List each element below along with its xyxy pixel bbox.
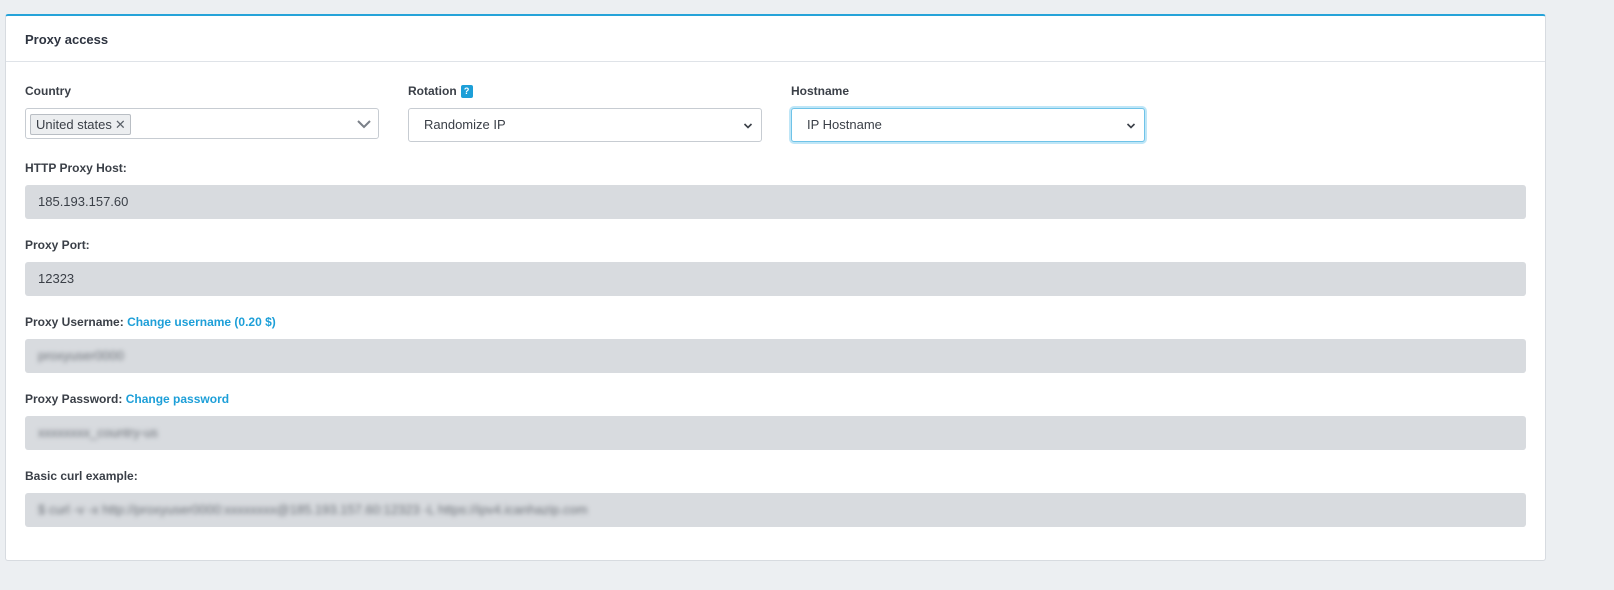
- http-proxy-host-value: 185.193.157.60: [38, 194, 129, 209]
- change-username-link[interactable]: Change username (0.20 $): [127, 315, 276, 329]
- hostname-label: Hostname: [791, 84, 849, 98]
- proxy-password-field[interactable]: xxxxxxxx_country-us: [25, 416, 1526, 450]
- panel-header: Proxy access: [6, 16, 1545, 62]
- rotation-select[interactable]: Randomize IP: [408, 108, 762, 142]
- proxy-username-field[interactable]: proxyuser0000: [25, 339, 1526, 373]
- country-select[interactable]: United states ✕: [25, 108, 379, 139]
- http-proxy-host-label: HTTP Proxy Host:: [25, 161, 127, 175]
- country-tag-label: United states: [36, 117, 112, 132]
- curl-example-label: Basic curl example:: [25, 469, 138, 483]
- close-icon[interactable]: ✕: [115, 115, 126, 134]
- proxy-username-label: Proxy Username: Change username (0.20 $): [25, 315, 276, 329]
- curl-example-field[interactable]: $ curl -v -x http://proxyuser0000:xxxxxx…: [25, 493, 1526, 527]
- country-label: Country: [25, 84, 71, 98]
- rotation-value: Randomize IP: [424, 117, 506, 132]
- country-tag: United states ✕: [30, 114, 131, 135]
- panel-title: Proxy access: [25, 32, 109, 47]
- panel-body: Country United states ✕ Rotation ? Rando…: [6, 62, 1545, 560]
- curl-example-label-text: Basic curl example:: [25, 469, 138, 483]
- hostname-value: IP Hostname: [807, 117, 882, 132]
- chevron-down-icon: [1126, 123, 1136, 129]
- chevron-down-icon[interactable]: [356, 116, 372, 132]
- country-label-text: Country: [25, 84, 71, 98]
- change-password-link[interactable]: Change password: [126, 392, 229, 406]
- proxy-port-label: Proxy Port:: [25, 238, 90, 252]
- rotation-label: Rotation ?: [408, 84, 473, 98]
- proxy-port-value: 12323: [38, 271, 75, 286]
- hostname-select[interactable]: IP Hostname: [791, 108, 1145, 142]
- hostname-label-text: Hostname: [791, 84, 850, 98]
- curl-example-value: $ curl -v -x http://proxyuser0000:xxxxxx…: [38, 502, 588, 517]
- proxy-password-label: Proxy Password: Change password: [25, 392, 229, 406]
- proxy-access-panel: Proxy access Country United states ✕ Rot…: [5, 14, 1546, 561]
- help-icon[interactable]: ?: [460, 84, 473, 98]
- http-proxy-host-label-text: HTTP Proxy Host:: [25, 161, 127, 175]
- rotation-label-text: Rotation: [408, 84, 457, 98]
- proxy-password-value: xxxxxxxx_country-us: [38, 425, 158, 440]
- chevron-down-icon: [743, 123, 753, 129]
- proxy-port-label-text: Proxy Port:: [25, 238, 90, 252]
- proxy-password-label-text: Proxy Password:: [25, 392, 123, 406]
- proxy-username-value: proxyuser0000: [38, 348, 124, 363]
- proxy-username-label-text: Proxy Username:: [25, 315, 124, 329]
- http-proxy-host-field[interactable]: 185.193.157.60: [25, 185, 1526, 219]
- proxy-port-field[interactable]: 12323: [25, 262, 1526, 296]
